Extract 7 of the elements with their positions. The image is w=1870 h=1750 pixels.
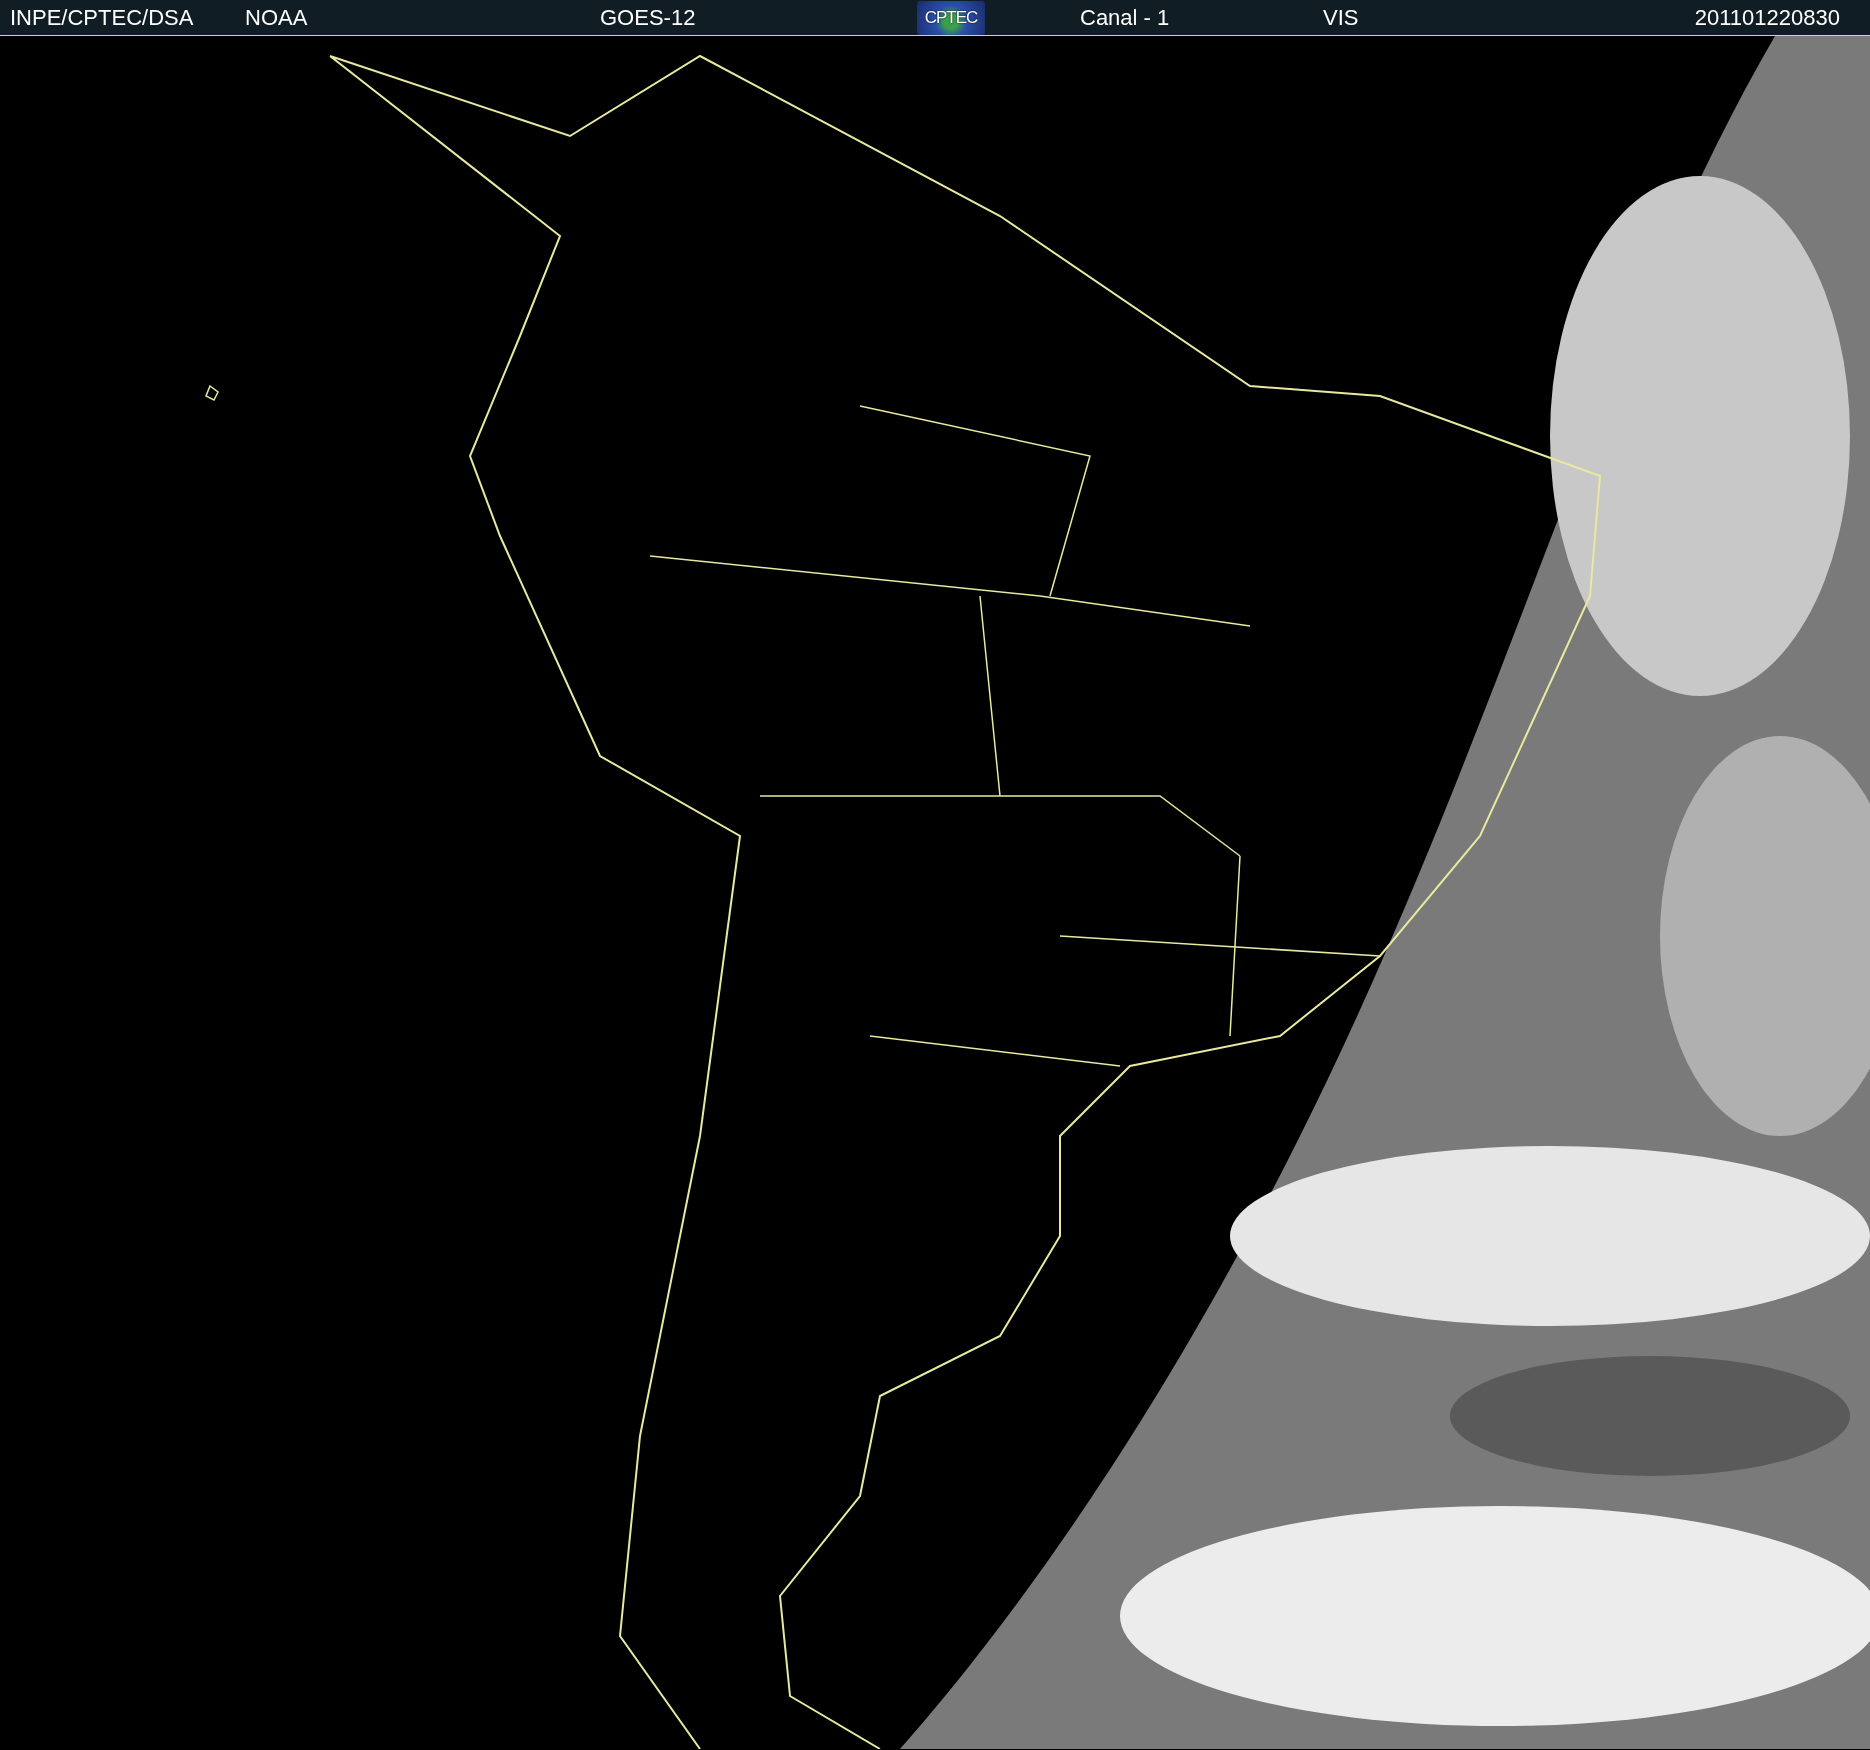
- satellite-label: GOES-12: [600, 4, 696, 31]
- channel-label: Canal - 1: [1080, 4, 1170, 31]
- agency-label: INPE/CPTEC/DSA: [10, 4, 194, 31]
- source-label: NOAA: [245, 4, 308, 31]
- timestamp-label: 201101220830: [1694, 4, 1840, 31]
- logo: CPTEC: [917, 0, 985, 35]
- band-label: VIS: [1323, 4, 1359, 31]
